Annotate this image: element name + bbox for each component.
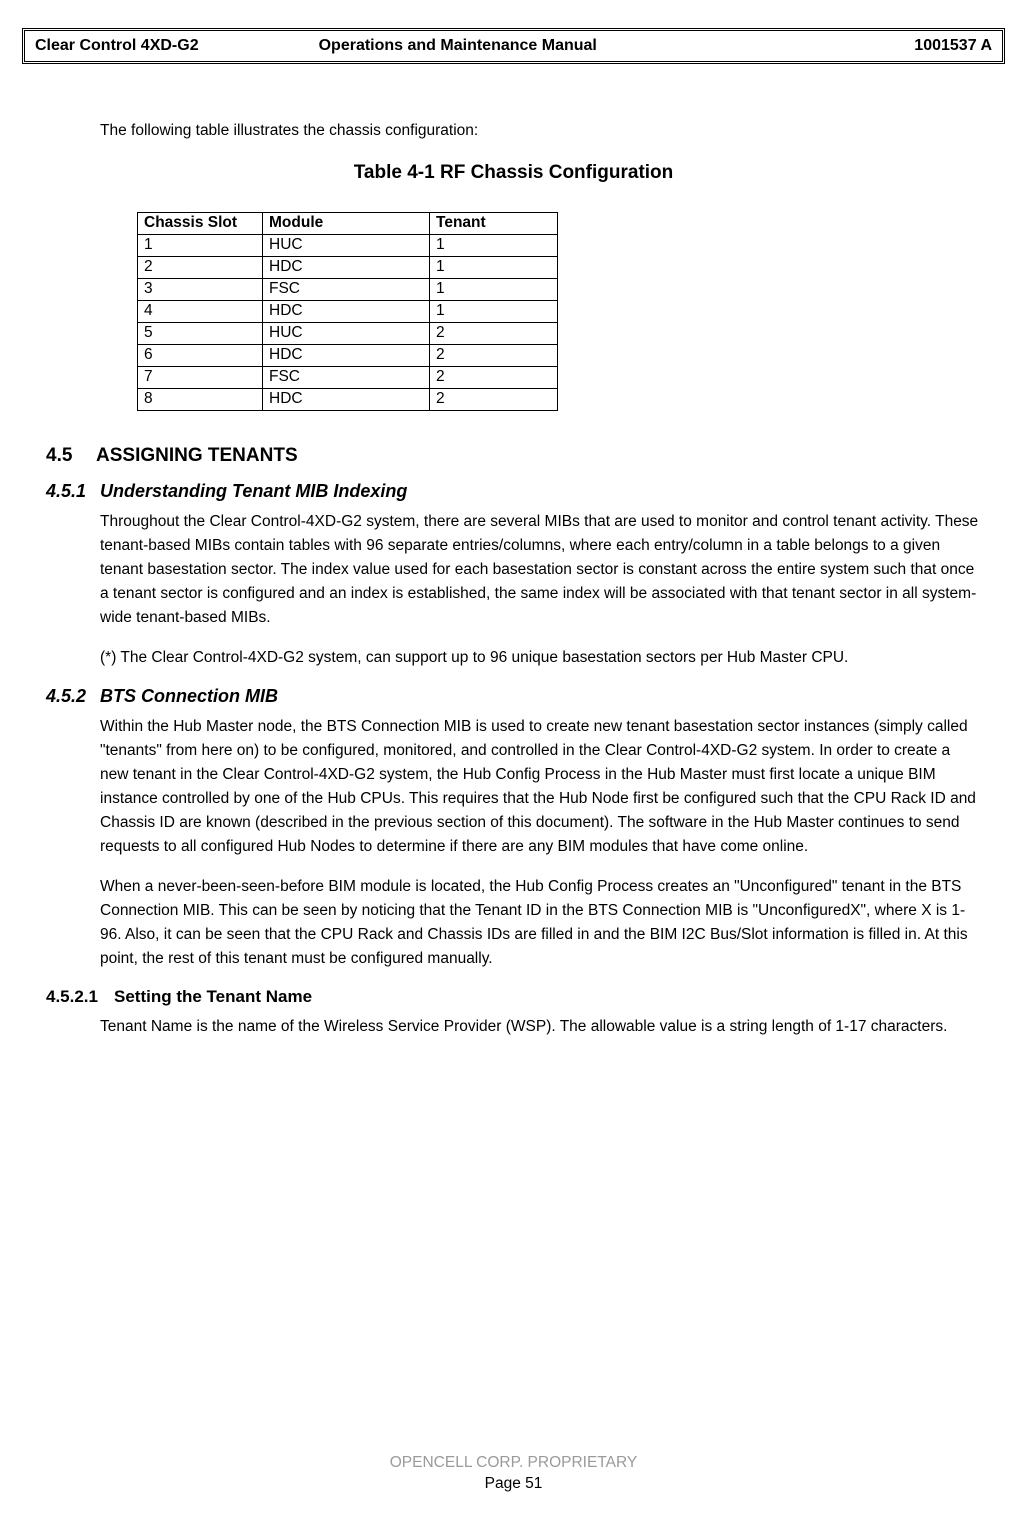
table-row: 1 HUC 1 [138,235,558,257]
table-body: 1 HUC 1 2 HDC 1 3 FSC 1 4 HDC 1 5 HUC [138,235,558,411]
page: Clear Control 4XD-G2 Operations and Main… [0,0,1027,1513]
cell-tenant: 2 [430,345,558,367]
footer-proprietary: OPENCELL CORP. PROPRIETARY [0,1453,1027,1474]
cell-module: HDC [263,301,430,323]
cell-slot: 5 [138,323,263,345]
cell-slot: 4 [138,301,263,323]
table-row: 3 FSC 1 [138,279,558,301]
heading-text: Understanding Tenant MIB Indexing [100,481,407,501]
paragraph: Throughout the Clear Control-4XD-G2 syst… [100,510,981,630]
intro-paragraph: The following table illustrates the chas… [100,122,1005,140]
paragraph: Tenant Name is the name of the Wireless … [100,1015,981,1039]
page-header: Clear Control 4XD-G2 Operations and Main… [22,28,1005,64]
cell-module: FSC [263,279,430,301]
table-row: 6 HDC 2 [138,345,558,367]
table-row: 4 HDC 1 [138,301,558,323]
paragraph: Within the Hub Master node, the BTS Conn… [100,715,981,859]
header-right: 1001537 A [914,37,992,55]
cell-tenant: 2 [430,323,558,345]
cell-module: HDC [263,389,430,411]
cell-module: FSC [263,367,430,389]
cell-module: HUC [263,235,430,257]
cell-module: HDC [263,345,430,367]
table-row: 2 HDC 1 [138,257,558,279]
cell-slot: 7 [138,367,263,389]
table-row: 5 HUC 2 [138,323,558,345]
cell-tenant: 1 [430,279,558,301]
heading-number: 4.5.2 [46,686,100,707]
heading-4-5-2: 4.5.2BTS Connection MIB [46,686,1005,707]
table-caption: Table 4-1 RF Chassis Configuration [22,162,1005,184]
col-header-module: Module [263,213,430,235]
col-header-slot: Chassis Slot [138,213,263,235]
chassis-config-table: Chassis Slot Module Tenant 1 HUC 1 2 HDC… [137,212,558,411]
header-left: Clear Control 4XD-G2 [35,37,199,55]
cell-tenant: 2 [430,367,558,389]
cell-tenant: 1 [430,257,558,279]
heading-text: BTS Connection MIB [100,686,278,706]
cell-tenant: 1 [430,301,558,323]
paragraph: (*) The Clear Control-4XD-G2 system, can… [100,646,981,670]
cell-module: HUC [263,323,430,345]
col-header-tenant: Tenant [430,213,558,235]
cell-slot: 6 [138,345,263,367]
heading-4-5: 4.5ASSIGNING TENANTS [46,445,1005,467]
heading-number: 4.5.1 [46,481,100,502]
heading-4-5-2-1: 4.5.2.1Setting the Tenant Name [46,987,1005,1007]
cell-slot: 8 [138,389,263,411]
heading-text: ASSIGNING TENANTS [96,445,298,466]
footer-page-number: Page 51 [0,1474,1027,1495]
table-row: 7 FSC 2 [138,367,558,389]
cell-slot: 1 [138,235,263,257]
heading-text: Setting the Tenant Name [114,987,312,1006]
page-footer: OPENCELL CORP. PROPRIETARY Page 51 [0,1453,1027,1495]
heading-4-5-1: 4.5.1Understanding Tenant MIB Indexing [46,481,1005,502]
heading-number: 4.5.2.1 [46,987,114,1007]
paragraph: When a never-been-seen-before BIM module… [100,875,981,971]
table-row: 8 HDC 2 [138,389,558,411]
heading-number: 4.5 [46,445,96,467]
cell-module: HDC [263,257,430,279]
table-header-row: Chassis Slot Module Tenant [138,213,558,235]
cell-slot: 2 [138,257,263,279]
cell-tenant: 1 [430,235,558,257]
header-center: Operations and Maintenance Manual [199,37,915,55]
cell-slot: 3 [138,279,263,301]
cell-tenant: 2 [430,389,558,411]
